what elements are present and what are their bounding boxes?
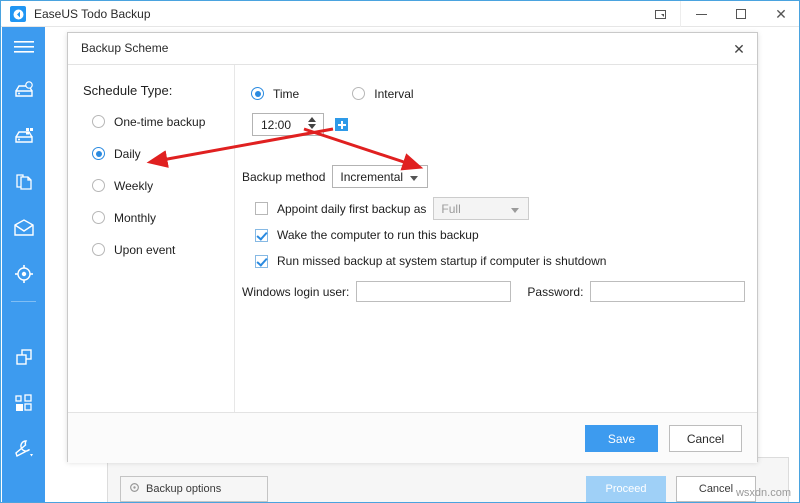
appoint-first-backup-combo[interactable]: Full [433, 197, 530, 220]
radio-indicator [92, 211, 105, 224]
chevron-down-icon [410, 176, 419, 181]
schedule-type-label: Schedule Type: [83, 83, 173, 98]
radio-interval[interactable]: Interval [352, 81, 414, 106]
sidebar-item-disk-backup[interactable] [2, 67, 45, 113]
radio-label: Time [273, 86, 300, 101]
system-backup-icon [13, 126, 35, 146]
windows-login-user-label: Windows login user: [242, 284, 350, 299]
wake-computer-row[interactable]: Wake the computer to run this backup [255, 228, 479, 242]
sidebar [2, 27, 45, 502]
backup-method-row: Backup method Incremental [242, 165, 429, 188]
run-missed-backup-label: Run missed backup at system startup if c… [277, 254, 607, 268]
close-icon[interactable]: ✕ [761, 1, 799, 27]
schedule-settings-panel: Time Interval 12:00 Backup method Increm… [235, 65, 757, 412]
radio-label: Interval [374, 86, 414, 101]
run-missed-backup-row[interactable]: Run missed backup at system startup if c… [255, 254, 606, 268]
wake-computer-label: Wake the computer to run this backup [277, 228, 479, 242]
disk-backup-icon [13, 80, 35, 100]
sidebar-item-menu[interactable] [2, 27, 45, 67]
password-label: Password: [527, 284, 584, 299]
smart-backup-icon [14, 264, 34, 284]
schedule-type-radio-group: One-time backup Daily Weekly Monthly Upo… [92, 109, 205, 269]
time-value: 12:00 [261, 117, 292, 132]
maximize-icon[interactable] [721, 1, 761, 27]
radio-one-time-backup[interactable]: One-time backup [92, 109, 205, 134]
sidebar-item-system-backup[interactable] [2, 113, 45, 159]
backup-options-label: Backup options [146, 483, 222, 495]
mode-radio-group: Time Interval [251, 81, 414, 106]
plus-icon[interactable] [335, 118, 348, 131]
sidebar-item-settings-wrench[interactable] [2, 426, 45, 472]
easeus-logo-icon [10, 6, 26, 22]
cancel-button[interactable]: Cancel [669, 425, 742, 452]
title-bar: EaseUS Todo Backup ✕ [1, 1, 799, 27]
restore-down-icon[interactable] [640, 1, 680, 27]
appoint-first-backup-row: Appoint daily first backup as Full [255, 197, 530, 220]
credentials-row: Windows login user: Password: [242, 281, 746, 302]
radio-indicator-selected [251, 87, 264, 100]
watermark: wsxdn.com [735, 487, 791, 499]
sidebar-item-mail-backup[interactable] [2, 205, 45, 251]
dialog-title: Backup Scheme [81, 41, 169, 55]
background-window-footer: Backup options Proceed Cancel [107, 457, 789, 502]
clone-icon [14, 347, 34, 367]
radio-indicator [352, 87, 366, 100]
password-input[interactable] [590, 281, 746, 302]
backup-options-button[interactable]: Backup options [120, 476, 268, 502]
appoint-first-backup-checkbox[interactable] [255, 202, 268, 215]
time-row: 12:00 [252, 113, 348, 136]
backup-scheme-dialog: Backup Scheme ✕ Schedule Type: One-time … [67, 32, 758, 463]
radio-monthly[interactable]: Monthly [92, 205, 205, 230]
radio-label: Weekly [114, 178, 154, 193]
dialog-close-icon[interactable]: ✕ [729, 39, 749, 59]
radio-indicator-selected [92, 147, 105, 160]
radio-indicator [92, 179, 105, 192]
window-controls: ✕ [640, 1, 799, 27]
backup-method-combo[interactable]: Incremental [332, 165, 429, 188]
wrench-icon [13, 439, 35, 459]
radio-label: Daily [114, 146, 141, 161]
dialog-footer: Save Cancel [68, 412, 757, 463]
chevron-down-icon [511, 208, 520, 213]
sidebar-divider [11, 301, 36, 302]
minimize-icon[interactable] [680, 1, 721, 27]
appoint-first-backup-value: Full [441, 201, 461, 216]
radio-indicator [92, 115, 105, 128]
sidebar-item-clone[interactable] [2, 334, 45, 380]
hamburger-menu-icon [13, 40, 34, 54]
radio-time[interactable]: Time [251, 81, 299, 106]
radio-label: Upon event [114, 242, 176, 257]
tools-grid-icon [14, 393, 34, 413]
radio-label: One-time backup [114, 114, 206, 129]
app-title: EaseUS Todo Backup [34, 7, 151, 21]
wake-computer-checkbox[interactable] [255, 228, 268, 242]
dialog-header: Backup Scheme ✕ [68, 33, 757, 65]
time-stepper[interactable]: 12:00 [252, 113, 324, 136]
run-missed-backup-checkbox[interactable] [255, 254, 268, 268]
save-button[interactable]: Save [585, 425, 658, 452]
dialog-body: Schedule Type: One-time backup Daily Wee… [68, 65, 757, 412]
sidebar-item-file-backup[interactable] [2, 159, 45, 205]
radio-weekly[interactable]: Weekly [92, 173, 205, 198]
sidebar-item-tools[interactable] [2, 380, 45, 426]
mail-backup-icon [13, 219, 35, 237]
radio-daily[interactable]: Daily [92, 141, 205, 166]
windows-login-user-input[interactable] [356, 281, 512, 302]
sidebar-item-smart-backup[interactable] [2, 251, 45, 297]
radio-label: Monthly [114, 210, 157, 225]
backup-method-value: Incremental [340, 169, 404, 184]
proceed-button[interactable]: Proceed [586, 476, 666, 502]
backup-method-label: Backup method [242, 169, 326, 184]
radio-upon-event[interactable]: Upon event [92, 237, 205, 262]
radio-indicator [92, 243, 105, 256]
gear-icon [129, 482, 140, 496]
file-backup-icon [14, 172, 34, 192]
spinner-up-down-icon[interactable] [308, 117, 316, 129]
appoint-first-backup-label: Appoint daily first backup as [277, 201, 427, 216]
application-window: EaseUS Todo Backup ✕ Backup options Proc… [0, 0, 800, 503]
